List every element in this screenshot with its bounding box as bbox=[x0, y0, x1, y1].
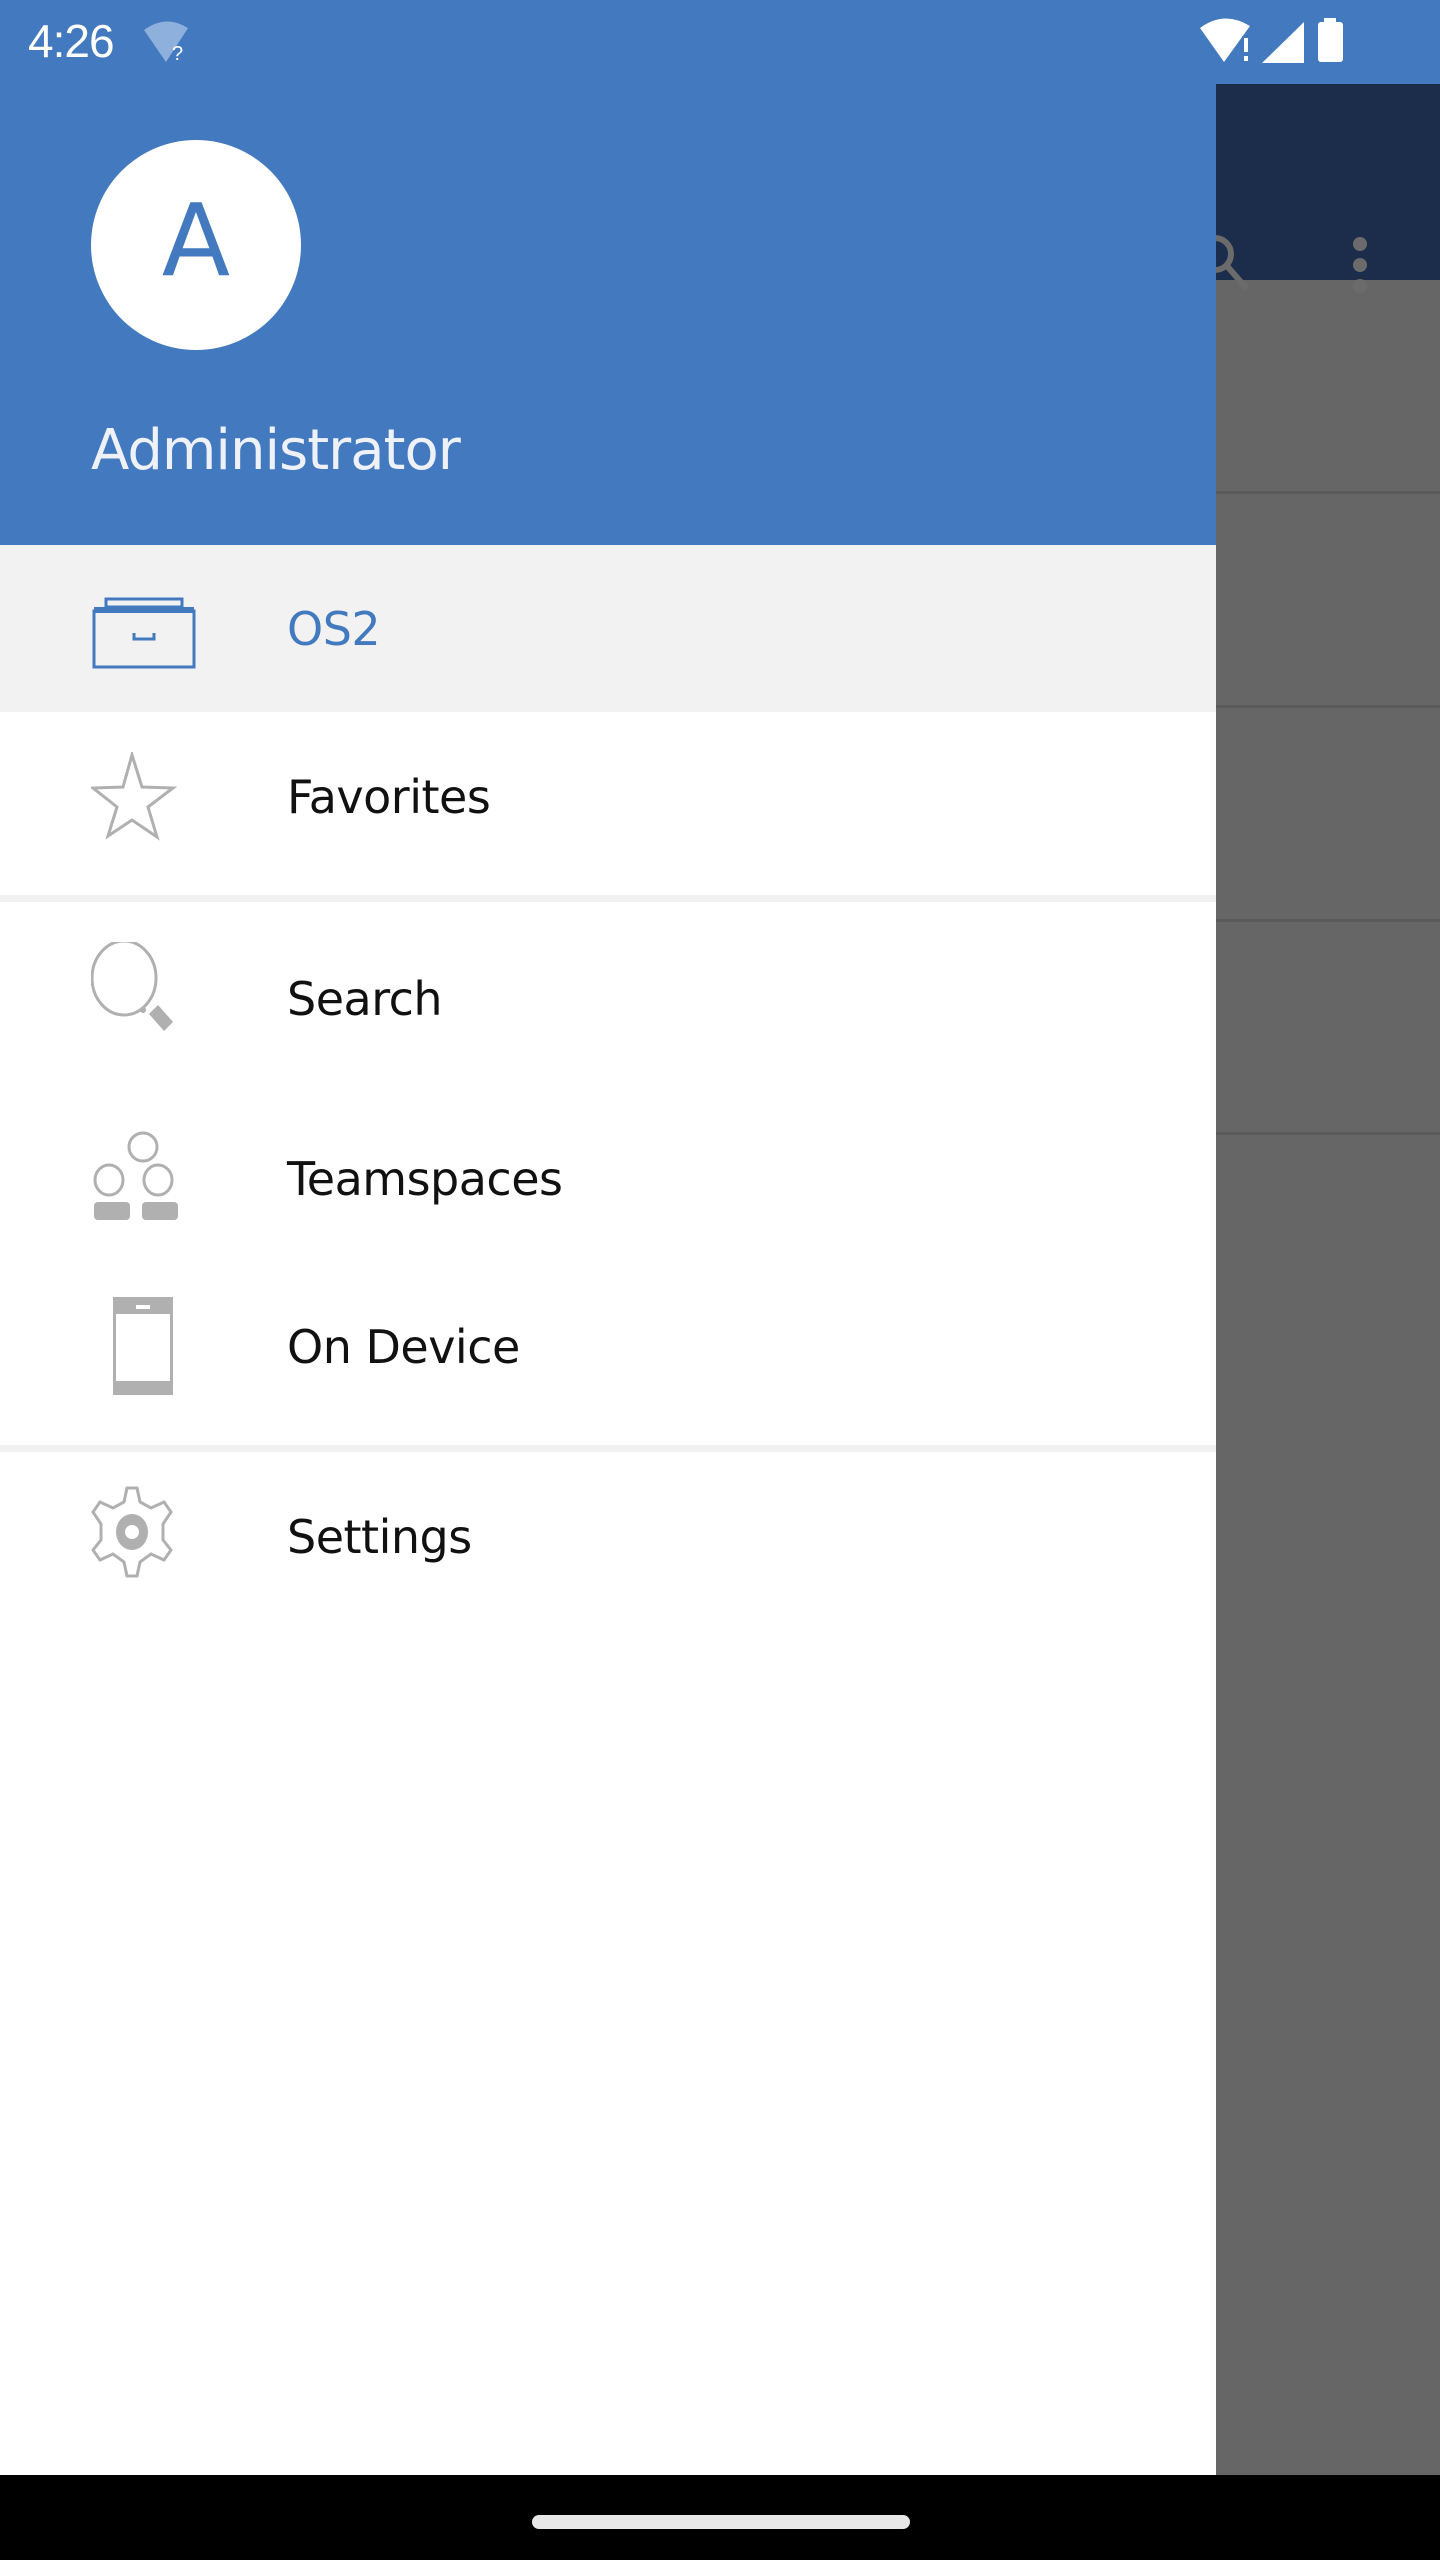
drawer-item-favorites[interactable]: Favorites bbox=[0, 712, 1216, 895]
device-icon bbox=[113, 1297, 173, 1395]
drawer-item-os2[interactable]: OS2 bbox=[0, 545, 1216, 712]
drawer-item-label: Favorites bbox=[287, 770, 491, 824]
search-icon bbox=[91, 942, 173, 1031]
gear-icon bbox=[91, 1486, 173, 1578]
drawer-item-label: Teamspaces bbox=[287, 1152, 563, 1206]
star-icon bbox=[91, 752, 178, 841]
drawer-item-settings[interactable]: Settings bbox=[0, 1452, 1216, 1622]
navigation-drawer: A Administrator OS2 Favorites Search Tea… bbox=[0, 0, 1216, 2475]
cellular-signal-icon bbox=[1262, 22, 1304, 63]
home-gesture-handle[interactable] bbox=[532, 2515, 910, 2529]
status-icons bbox=[1200, 16, 1440, 66]
drawer-item-label: OS2 bbox=[287, 602, 381, 656]
background-row-divider bbox=[1216, 491, 1440, 494]
svg-text:?: ? bbox=[172, 43, 183, 64]
drawer-item-label: Settings bbox=[287, 1510, 472, 1564]
drawer-item-search[interactable]: Search bbox=[0, 902, 1216, 1092]
background-row-divider bbox=[1216, 1132, 1440, 1135]
user-name: Administrator bbox=[91, 418, 461, 483]
background-row-divider bbox=[1216, 705, 1440, 708]
drawer-item-label: Search bbox=[287, 972, 443, 1026]
more-vert-icon bbox=[1353, 237, 1367, 293]
drawer-item-teamspaces[interactable]: Teamspaces bbox=[0, 1092, 1216, 1262]
status-bar: 4:26 ? bbox=[0, 0, 1440, 84]
background-row-divider bbox=[1216, 919, 1440, 922]
avatar[interactable]: A bbox=[91, 140, 301, 350]
wifi-unknown-icon: ? bbox=[144, 21, 188, 64]
section-divider bbox=[0, 895, 1216, 902]
system-navigation-bar bbox=[0, 2475, 1440, 2560]
wifi-alert-icon bbox=[1200, 18, 1250, 62]
section-divider bbox=[0, 1445, 1216, 1452]
teamspaces-icon bbox=[93, 1131, 178, 1220]
repository-icon bbox=[92, 597, 196, 669]
drawer-item-label: On Device bbox=[287, 1320, 520, 1374]
avatar-initial: A bbox=[161, 182, 231, 299]
drawer-item-on-device[interactable]: On Device bbox=[0, 1262, 1216, 1445]
battery-icon bbox=[1318, 18, 1343, 62]
status-time: 4:26 bbox=[28, 15, 115, 67]
